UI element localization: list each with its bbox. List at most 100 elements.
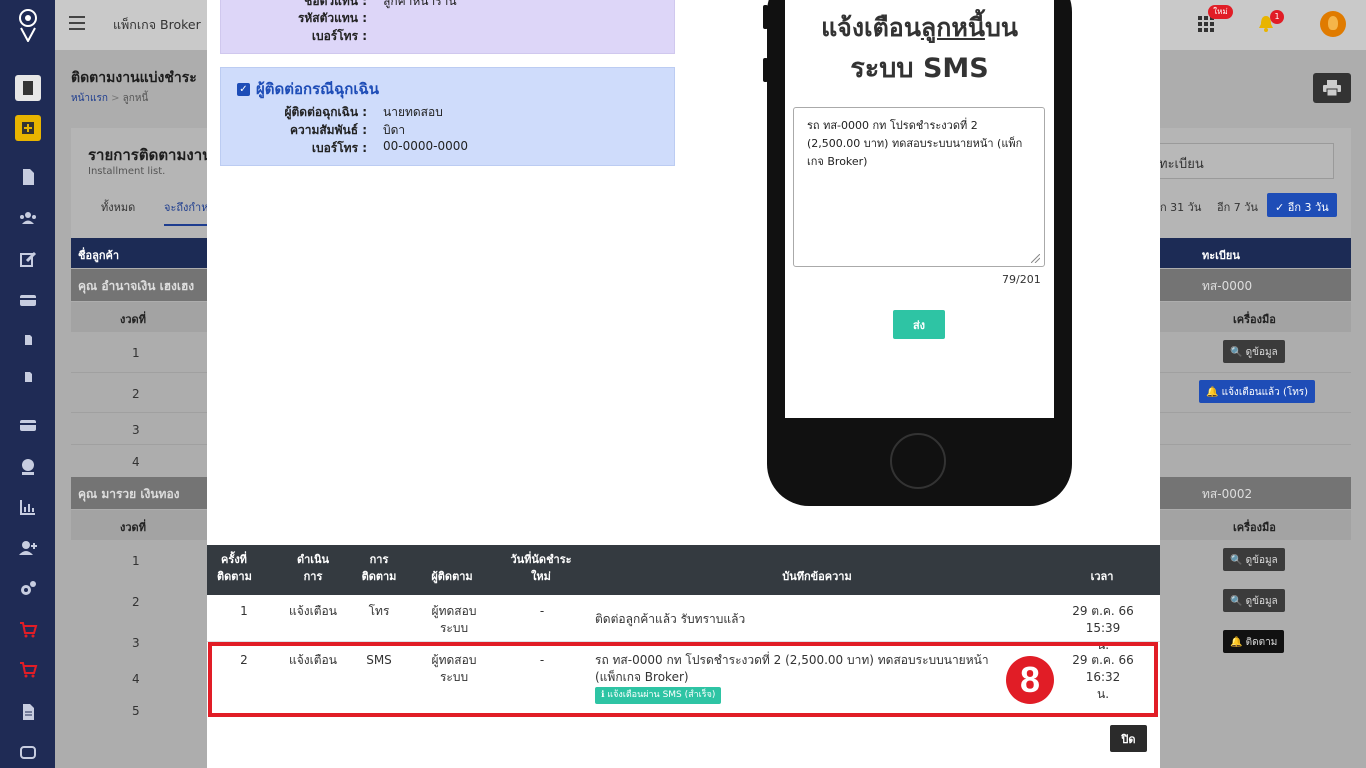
log-note: ติดต่อลูกค้าแล้ว รับทราบแล้ว [595, 612, 746, 626]
period-cell: 5 [132, 704, 140, 718]
cart-icon [20, 622, 38, 638]
sidebar-item-add[interactable] [15, 115, 41, 141]
col-note: บันทึกข้อความ [782, 570, 852, 583]
search-input-text: ทะเบียน [1159, 157, 1204, 172]
col-tools: เครื่องมือ [1233, 313, 1276, 326]
sidebar-item-stats[interactable] [15, 494, 41, 520]
view-info-button[interactable]: 🔍 ดูข้อมูล [1223, 548, 1285, 571]
sidebar-item-cart-2[interactable] [15, 657, 41, 683]
sidebar-item-documents[interactable] [15, 75, 41, 101]
log-channel: โทร [368, 604, 390, 618]
sidebar-item-cart-1[interactable] [15, 617, 41, 643]
filter-3-days[interactable]: ✓ อีก 3 วัน [1267, 193, 1337, 217]
period-cell: 3 [132, 423, 140, 437]
breadcrumb-current: ลูกหนี้ [122, 93, 149, 104]
col-new-date-line-2: ใหม่ [531, 570, 551, 583]
print-button[interactable] [1313, 73, 1351, 103]
relationship-value: บิดา [383, 123, 406, 137]
emergency-phone-value: 00-0000-0000 [383, 139, 469, 153]
sidebar-item-card[interactable] [15, 287, 41, 313]
sidebar-item-chat[interactable] [15, 740, 41, 766]
emergency-title: ✓ ผู้ติดต่อกรณีฉุกเฉิน [237, 77, 379, 101]
agent-code-label: รหัสตัวแทน : [297, 11, 367, 25]
col-period: งวดที่ [120, 521, 146, 534]
log-new-date: - [539, 604, 545, 618]
card-title: รายการติดตามงาน [88, 146, 213, 164]
log-follower: ผู้ทดสอบระบบ [427, 603, 481, 637]
document-icon [23, 81, 33, 95]
sidebar-item-report-1[interactable] [15, 327, 41, 353]
search-input[interactable]: ทะเบียน [1150, 143, 1334, 179]
agent-phone-label: เบอร์โทร : [311, 29, 367, 43]
gears-icon [21, 581, 36, 595]
chat-icon [20, 746, 36, 759]
sidebar-item-doc[interactable] [15, 699, 41, 725]
sms-title-line-1: แจ้งเตือนลูกหนี้บน [785, 8, 1054, 48]
breadcrumb-home[interactable]: หน้าแรก [71, 93, 108, 104]
col-action-line-2: การ [303, 570, 323, 583]
notification-count: 1 [1270, 10, 1284, 24]
file-icon [23, 169, 34, 185]
period-cell: 4 [132, 455, 140, 469]
cart-icon [20, 662, 38, 678]
sms-message-textarea[interactable]: รถ ทส-0000 กท โปรดชำระงวดที่ 2 (2,500.00… [793, 107, 1045, 267]
emergency-contact-value: นายทดสอบ [383, 105, 443, 119]
period-cell: 3 [132, 636, 140, 650]
sidebar-item-file[interactable] [15, 164, 41, 190]
sidebar-item-payment[interactable] [15, 412, 41, 438]
period-cell: 4 [132, 672, 140, 686]
filter-7-days[interactable]: อีก 7 วัน [1209, 193, 1266, 217]
log-table-header: ครั้งที่ ติดตาม ดำเนิน การ การ ติดตาม ผู้ติ… [207, 545, 1160, 595]
agent-name-value: ลูกค้าหน้าร้าน [383, 0, 457, 8]
sidebar-item-edit[interactable] [15, 246, 41, 272]
log-follower-line-1: ผู้ทดสอบ [431, 604, 477, 618]
tab-upcoming[interactable]: จะถึงกำห [164, 198, 209, 226]
user-plus-icon [19, 541, 37, 555]
sidebar-item-settings[interactable] [15, 576, 41, 602]
new-badge: ใหม่ [1208, 5, 1233, 19]
edit-icon [20, 251, 37, 267]
log-no: 1 [240, 604, 248, 618]
card-subtitle: Installment list. [88, 166, 166, 177]
user-avatar[interactable] [1320, 11, 1346, 37]
log-follower-line-2: ระบบ [439, 621, 469, 635]
sidebar-item-finance[interactable] [15, 454, 41, 480]
breadcrumb: หน้าแรก > ลูกหนี้ [71, 93, 149, 104]
plus-square-icon [22, 122, 34, 134]
log-action: แจ้งเตือน [289, 604, 337, 618]
view-info-button[interactable]: 🔍 ดูข้อมูล [1223, 340, 1285, 363]
log-time-line-1: 29 ต.ค. 66 15:39 [1072, 604, 1134, 635]
file-small-icon [25, 372, 32, 382]
credit-card-icon [20, 420, 36, 431]
sidebar-item-report-2[interactable] [15, 364, 41, 390]
close-button[interactable]: ปิด [1110, 725, 1147, 752]
char-counter: 79/201 [1002, 273, 1041, 286]
emergency-phone-label: เบอร์โทร : [311, 141, 367, 155]
relationship-label: ความสัมพันธ์ : [289, 123, 367, 137]
col-customer: ชื่อลูกค้า [78, 249, 120, 262]
plate-number: ทส-0002 [1202, 487, 1253, 501]
sms-title-line-2: ระบบ SMS [850, 53, 989, 84]
col-action: ดำเนินการ [289, 551, 337, 585]
resize-handle-icon[interactable] [1031, 254, 1040, 263]
col-action-line-1: ดำเนิน [296, 553, 330, 566]
period-cell: 2 [132, 595, 140, 609]
notified-call-button[interactable]: 🔔 แจ้งเตือนแล้ว (โทร) [1199, 380, 1316, 403]
col-follow-no-line-2: ติดตาม [217, 570, 252, 583]
filter-31-days[interactable]: ก 31 วัน [1152, 193, 1209, 217]
col-time: เวลา [1090, 570, 1114, 583]
file-text-icon [23, 704, 34, 720]
col-follow-no-line-1: ครั้งที่ [221, 553, 247, 566]
sidebar-item-add-user[interactable] [15, 535, 41, 561]
col-tools: เครื่องมือ [1233, 521, 1276, 534]
col-plate: ทะเบียน [1202, 249, 1240, 262]
tab-all[interactable]: ทั้งหมด [101, 198, 135, 216]
col-new-date: วันที่นัดชำระ ใหม่ [502, 551, 580, 585]
follow-up-button[interactable]: 🔔 ติดตาม [1223, 630, 1285, 653]
users-icon [20, 212, 36, 224]
send-sms-button[interactable]: ส่ง [893, 310, 945, 339]
sidebar-item-users[interactable] [15, 205, 41, 231]
chart-icon [20, 500, 35, 515]
menu-toggle-icon[interactable] [69, 16, 85, 30]
view-info-button[interactable]: 🔍 ดูข้อมูล [1223, 589, 1285, 612]
